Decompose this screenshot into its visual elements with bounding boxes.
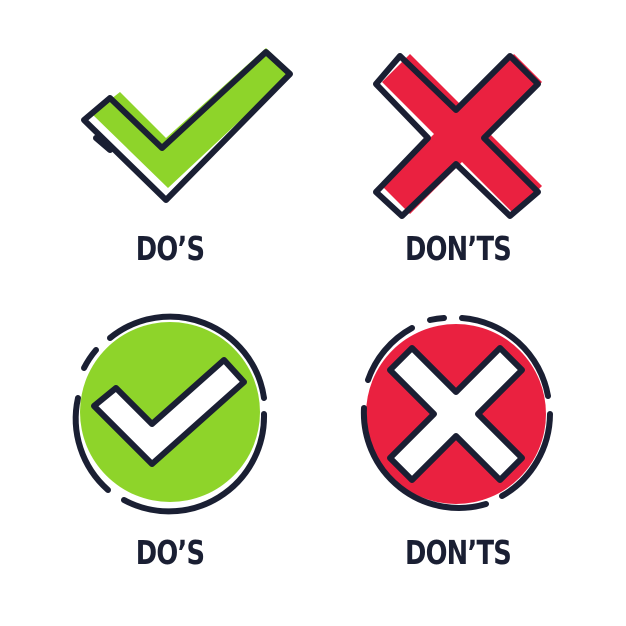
check-circle-icon <box>72 313 268 515</box>
dos-caption: DO’S <box>135 229 205 268</box>
cross-circle-icon <box>360 315 553 511</box>
dont-cross-icon-block <box>370 44 550 224</box>
dos-caption-bottom: DO’S <box>135 533 205 572</box>
cross-mark-icon <box>373 53 542 219</box>
donts-caption-bottom: DON’TS <box>404 533 512 572</box>
do-check-icon-block <box>70 40 310 220</box>
dont-cross-circle-block <box>352 310 562 520</box>
do-check-circle-block <box>64 310 274 520</box>
donts-caption: DON’TS <box>404 229 512 268</box>
check-mark-icon <box>81 48 293 203</box>
